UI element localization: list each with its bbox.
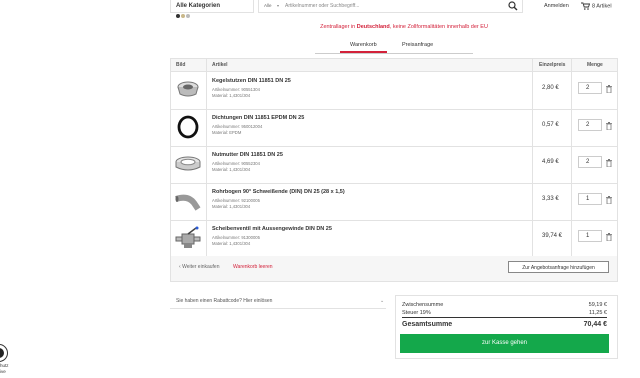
tab-bar: Warenkorb Preisanfrage (315, 40, 473, 54)
table-row: Kegelstutzen DIN 11851 DN 25 Artikelnumm… (171, 72, 617, 110)
continue-label: Weiter einkaufen (182, 264, 220, 270)
table-footer: ‹ Weiter einkaufen Warenkorb leeren Zur … (171, 256, 617, 281)
tax-label: Steuer 19% (402, 310, 431, 316)
col-article: Artikel (212, 62, 228, 68)
product-name[interactable]: Scheibenventil mit Aussengewinde DIN DN … (212, 226, 332, 232)
article-number: Artikelnummer: 90551304 (212, 87, 260, 92)
table-row: Dichtungen DIN 11851 EPDM DN 25 Artikeln… (171, 109, 617, 147)
trust-seal[interactable]: hutz ive (0, 344, 10, 374)
empty-cart-link[interactable]: Warenkorb leeren (233, 264, 273, 270)
order-summary: Zwischensumme 59,19 € Steuer 19% 11,25 €… (395, 295, 618, 359)
login-link[interactable]: Anmelden (544, 3, 569, 9)
unit-price: 3,33 € (542, 196, 559, 202)
total-value: 70,44 € (583, 321, 607, 328)
add-to-quote-button[interactable]: Zur Angebotsanfrage hinzufügen (508, 261, 609, 273)
chevron-down-icon: ⌄ (380, 298, 385, 304)
product-name[interactable]: Dichtungen DIN 11851 EPDM DN 25 (212, 115, 304, 121)
col-unit-price: Einzelpreis (539, 62, 566, 68)
quantity-input[interactable]: 2 (578, 119, 602, 131)
groove-nut-icon (175, 156, 201, 171)
article-number: Artikelnummer: 90552304 (212, 161, 260, 166)
coupon-toggle[interactable]: Sie haben einen Rabattcode? Hier einlöse… (170, 293, 386, 309)
trash-icon[interactable] (606, 196, 612, 204)
quantity-input[interactable]: 2 (578, 156, 602, 168)
disc-valve-icon (175, 226, 201, 248)
col-quantity: Menge (587, 62, 603, 68)
cart-table: Bild Artikel Einzelpreis Menge Kegelstut… (170, 58, 618, 282)
material: Material: EPDM (212, 130, 242, 135)
tab-preisanfrage[interactable]: Preisanfrage (402, 42, 433, 48)
table-row: Scheibenventil mit Aussengewinde DIN DN … (171, 220, 617, 258)
color-swatches (176, 14, 191, 20)
gasket-ring-icon (177, 115, 199, 139)
article-number: Artikelnummer: 92100005 (212, 198, 260, 203)
trash-icon[interactable] (606, 122, 612, 130)
cart-count: 8 Artikel (592, 3, 612, 10)
active-tab-indicator (340, 51, 387, 53)
article-number: Artikelnummer: 91300005 (212, 235, 260, 240)
tax-value: 11,25 € (589, 310, 607, 316)
product-name[interactable]: Nutmutter DIN 11851 DN 25 (212, 152, 283, 158)
table-row: Rohrbogen 90° Schweißende (DIN) DN 25 (2… (171, 183, 617, 221)
search-icon[interactable] (508, 1, 518, 11)
product-name[interactable]: Kegelstutzen DIN 11851 DN 25 (212, 78, 291, 84)
trash-icon[interactable] (606, 233, 612, 241)
table-row: Nutmutter DIN 11851 DN 25 Artikelnummer:… (171, 146, 617, 184)
material: Material: 1,4301/304 (212, 204, 251, 209)
seal-text: ive (0, 369, 6, 374)
material: Material: 1,4301/304 (212, 167, 251, 172)
quantity-input[interactable]: 1 (578, 193, 602, 205)
trash-icon[interactable] (606, 85, 612, 93)
divider (402, 317, 607, 318)
tab-warenkorb[interactable]: Warenkorb (350, 42, 377, 48)
chevron-down-icon[interactable]: ▾ (277, 3, 279, 8)
unit-price: 2,80 € (542, 85, 559, 91)
unit-price: 0,57 € (542, 122, 559, 128)
category-select[interactable]: Alle Kategorien (170, 0, 254, 13)
top-bar: Alle Kategorien Alle ▾ Artikelnummer ode… (0, 0, 640, 17)
notice-suffix: , keine Zollformalitäten innerhalb der E… (389, 24, 488, 30)
cart-button[interactable]: 8 Artikel (581, 2, 612, 10)
cart-icon (581, 2, 591, 10)
shipping-notice: Zentrallager in Deutschland, keine Zollf… (170, 24, 638, 30)
search-scope[interactable]: Alle (264, 3, 272, 8)
swatch (186, 14, 190, 18)
continue-shopping-link[interactable]: ‹ Weiter einkaufen (179, 264, 220, 270)
pipe-bend-icon (175, 194, 201, 211)
quantity-input[interactable]: 2 (578, 82, 602, 94)
unit-price: 39,74 € (542, 233, 563, 239)
notice-prefix: Zentrallager in (320, 24, 357, 30)
table-header: Bild Artikel Einzelpreis Menge (171, 59, 617, 72)
seal-text: hutz (0, 363, 9, 368)
article-number: Artikelnummer: 950012004 (212, 124, 263, 129)
trash-icon[interactable] (606, 159, 612, 167)
search-input[interactable]: Artikelnummer oder Suchbegriff... (285, 3, 359, 9)
notice-country: Deutschland (356, 24, 390, 30)
unit-price: 4,69 € (542, 159, 559, 165)
search-bar[interactable]: Alle ▾ Artikelnummer oder Suchbegriff... (258, 0, 523, 13)
cone-nozzle-icon (177, 81, 199, 97)
product-name[interactable]: Rohrbogen 90° Schweißende (DIN) DN 25 (2… (212, 189, 345, 195)
swatch (181, 14, 185, 18)
material: Material: 1,4301/304 (212, 93, 251, 98)
col-image: Bild (176, 62, 186, 68)
subtotal-label: Zwischensumme (402, 302, 444, 308)
quantity-input[interactable]: 1 (578, 230, 602, 242)
coupon-label: Sie haben einen Rabattcode? Hier einlöse… (176, 298, 273, 304)
total-label: Gesamtsumme (402, 321, 453, 328)
material: Material: 1,4301/304 (212, 241, 251, 246)
swatch (176, 14, 180, 18)
subtotal-value: 59,19 € (588, 302, 607, 308)
checkout-button[interactable]: zur Kasse gehen (400, 334, 609, 353)
